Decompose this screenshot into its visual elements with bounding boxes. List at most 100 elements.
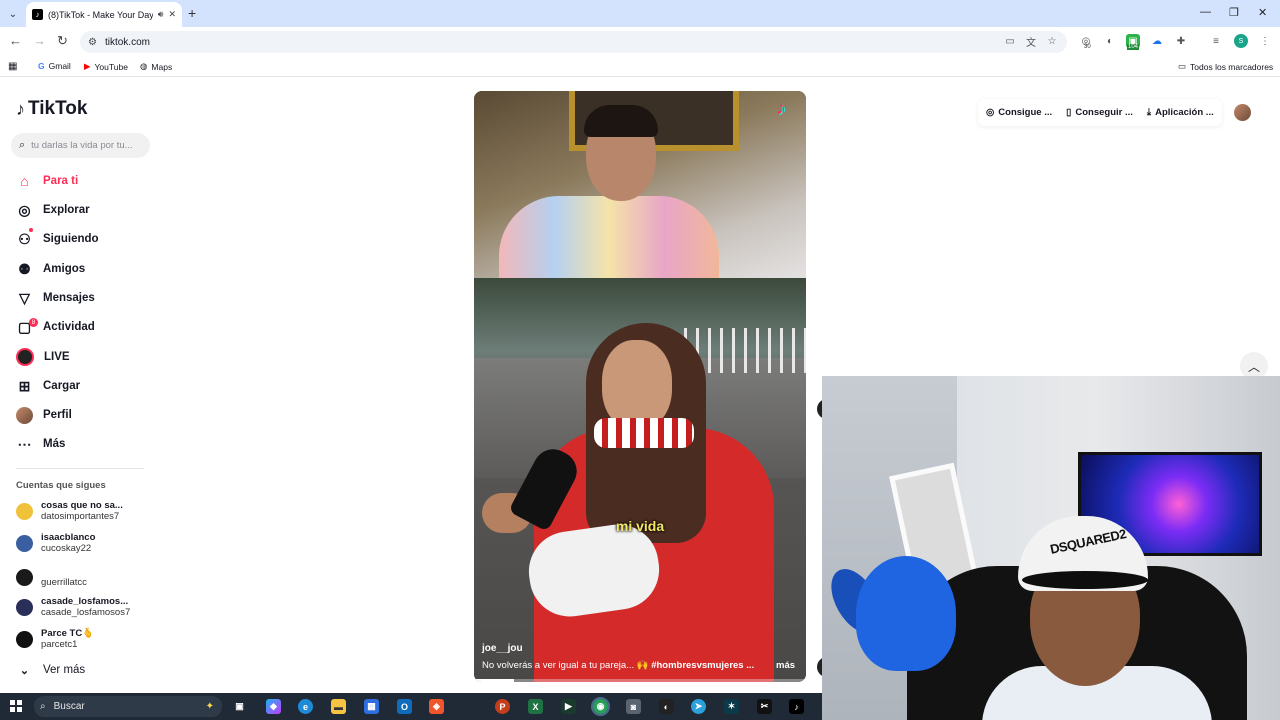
nav-mas[interactable]: ⋯ Más (16, 433, 66, 455)
account-handle: datosimportantes7 (41, 511, 120, 522)
file-explorer-icon[interactable]: ▬ (331, 699, 346, 714)
apps-grid-icon[interactable]: ▦ (8, 61, 17, 72)
powerpoint-icon[interactable]: P (495, 699, 510, 714)
reload-button[interactable]: ↻ (57, 33, 68, 49)
webcam-overlay: DSQUARED2 (822, 376, 1280, 720)
speaker-icon[interactable]: 🔊︎ (158, 9, 164, 20)
following-account[interactable]: cosas que no sa... datosimportantes7 (16, 500, 123, 522)
sparkle-icon: ✦ (205, 701, 214, 712)
restore-button[interactable]: ❐ (1229, 6, 1239, 19)
bookmark-gmail[interactable]: G Gmail (38, 61, 71, 71)
nav-mensajes[interactable]: ▽ Mensajes (16, 287, 95, 309)
video-subtitle: mi vida (615, 518, 665, 534)
search-input[interactable]: ⌕ tu darlas la vida por tu... (11, 133, 150, 158)
excel-icon[interactable]: X (528, 699, 543, 714)
chrome-menu-icon[interactable]: ⋮ (1258, 34, 1272, 48)
app-icon[interactable]: ▶ (561, 699, 576, 714)
following-account[interactable]: casade_losfamos... casade_losfamosos7 (16, 596, 130, 618)
avatar (16, 534, 33, 552)
all-bookmarks-label: Todos los marcadores (1190, 61, 1274, 72)
tiktok-note-icon: ♪ (16, 98, 25, 119)
messages-icon: ▽ (19, 289, 30, 306)
close-tab-icon[interactable]: ✕ (168, 9, 176, 20)
get-app-button[interactable]: ▯ Conseguir ... (1066, 107, 1133, 118)
following-account[interactable]: Parce TC🫰 parcetc1 (16, 628, 94, 650)
video-player[interactable]: ♪ mi vida joe__jou No volverás a ver igu… (474, 91, 806, 682)
forward-button[interactable]: → (33, 33, 46, 48)
get-coins-button[interactable]: ◎ Consigue ... (986, 107, 1052, 118)
store-icon[interactable]: ▦ (364, 699, 379, 714)
site-info-icon[interactable]: ⚙ (88, 37, 97, 48)
cast-icon[interactable]: ▭ (1003, 34, 1017, 48)
video-username[interactable]: joe__jou (482, 643, 523, 654)
following-account[interactable]: guerrillatcc (16, 567, 87, 588)
search-icon: ⌕ (19, 139, 26, 151)
taskbar-search[interactable]: ⌕ Buscar ✦ (34, 696, 222, 717)
bookmark-star-icon[interactable]: ☆ (1045, 34, 1059, 48)
close-window-button[interactable]: ✕ (1258, 6, 1267, 19)
see-more-button[interactable]: ⌄ Ver más (16, 659, 85, 681)
more-link[interactable]: más (776, 660, 795, 671)
man-hair (584, 105, 658, 137)
following-title: Cuentas que sigues (16, 480, 106, 491)
task-view-icon[interactable]: ▣ (232, 699, 247, 714)
tiktok-app-icon[interactable]: ♪ (789, 699, 804, 714)
media-control-icon[interactable]: ≡ (1209, 34, 1223, 48)
youtube-icon: ▶ (84, 61, 91, 71)
nav-explorar[interactable]: ◎ Explorar (16, 199, 89, 221)
phone-icon: ▯ (1066, 107, 1072, 118)
user-avatar[interactable] (1234, 104, 1251, 121)
bookmark-label: Maps (151, 61, 173, 72)
nav-siguiendo[interactable]: ⚇ Siguiendo (16, 228, 98, 250)
nav-perfil[interactable]: Perfil (16, 404, 72, 426)
desktop-app-button[interactable]: ⤓ Aplicación ... (1147, 107, 1214, 118)
nav-live[interactable]: LIVE (16, 346, 70, 368)
telegram-icon[interactable]: ➤ (691, 699, 706, 714)
nav-cargar[interactable]: ⊞ Cargar (16, 375, 80, 397)
edge-icon[interactable]: e (298, 699, 313, 714)
nav-label: Cargar (43, 380, 81, 392)
copilot-icon[interactable]: ◆ (266, 699, 281, 714)
profile-avatar[interactable]: S (1234, 34, 1248, 48)
brave-icon[interactable]: ◈ (429, 699, 444, 714)
all-bookmarks[interactable]: ▭ Todos los marcadores (1178, 61, 1273, 72)
video-description: No volverás a ver igual a tu pareja... 🙌… (482, 660, 798, 671)
camera-icon[interactable]: ◙ (626, 699, 641, 714)
capcut-alt-icon[interactable]: ✶ (724, 699, 739, 714)
video-progress-bar[interactable] (474, 679, 806, 682)
browser-tab[interactable]: ♪ (8)TikTok - Make Your Day 🔊︎ ✕ (26, 2, 182, 27)
chrome-icon[interactable]: ◉ (591, 697, 610, 716)
video-hashtag[interactable]: #hombresvsmujeres ... (651, 660, 754, 671)
action-label: Aplicación ... (1155, 107, 1214, 118)
windows-start-icon[interactable] (10, 700, 22, 712)
tab-search-button[interactable]: ⌄ (4, 5, 22, 23)
outlook-icon[interactable]: O (397, 699, 412, 714)
bookmarks-bar (0, 56, 1280, 77)
translate-icon[interactable]: 文 (1024, 34, 1038, 49)
bookmark-youtube[interactable]: ▶ YouTube (84, 61, 128, 72)
bookmark-maps[interactable]: ◍ Maps (140, 61, 172, 72)
tab-title: (8)TikTok - Make Your Day (48, 9, 153, 20)
tiktok-logo[interactable]: ♪ TikTok (16, 98, 87, 120)
cam-plush-toy (856, 556, 956, 671)
nav-actividad[interactable]: ▢ Actividad (16, 316, 95, 338)
back-button[interactable]: ← (9, 33, 22, 48)
capcut-icon[interactable]: ✂ (757, 699, 772, 714)
extensions-puzzle-icon[interactable]: ✚ (1174, 34, 1188, 48)
following-icon: ⚇ (18, 230, 31, 247)
davinci-icon[interactable]: ◐ (659, 699, 674, 714)
account-name: Parce TC🫰 (41, 628, 95, 639)
minimize-button[interactable]: — (1200, 6, 1211, 18)
nav-label: Actividad (43, 321, 95, 333)
address-bar[interactable]: ⚙ tiktok.com (80, 31, 1067, 53)
nav-amigos[interactable]: ⚉ Amigos (16, 258, 85, 280)
nav-para-ti[interactable]: ⌂ Para ti (16, 170, 78, 192)
action-label: Conseguir ... (1075, 107, 1133, 118)
following-account[interactable]: isaacblanco cucoskay22 (16, 532, 95, 554)
new-tab-button[interactable]: + (188, 5, 196, 21)
avatar (16, 502, 33, 520)
extension-2-icon[interactable]: ◐ (1103, 34, 1117, 48)
live-icon (16, 348, 34, 366)
cloud-icon[interactable]: ☁ (1150, 34, 1164, 48)
nav-label: LIVE (44, 351, 70, 363)
